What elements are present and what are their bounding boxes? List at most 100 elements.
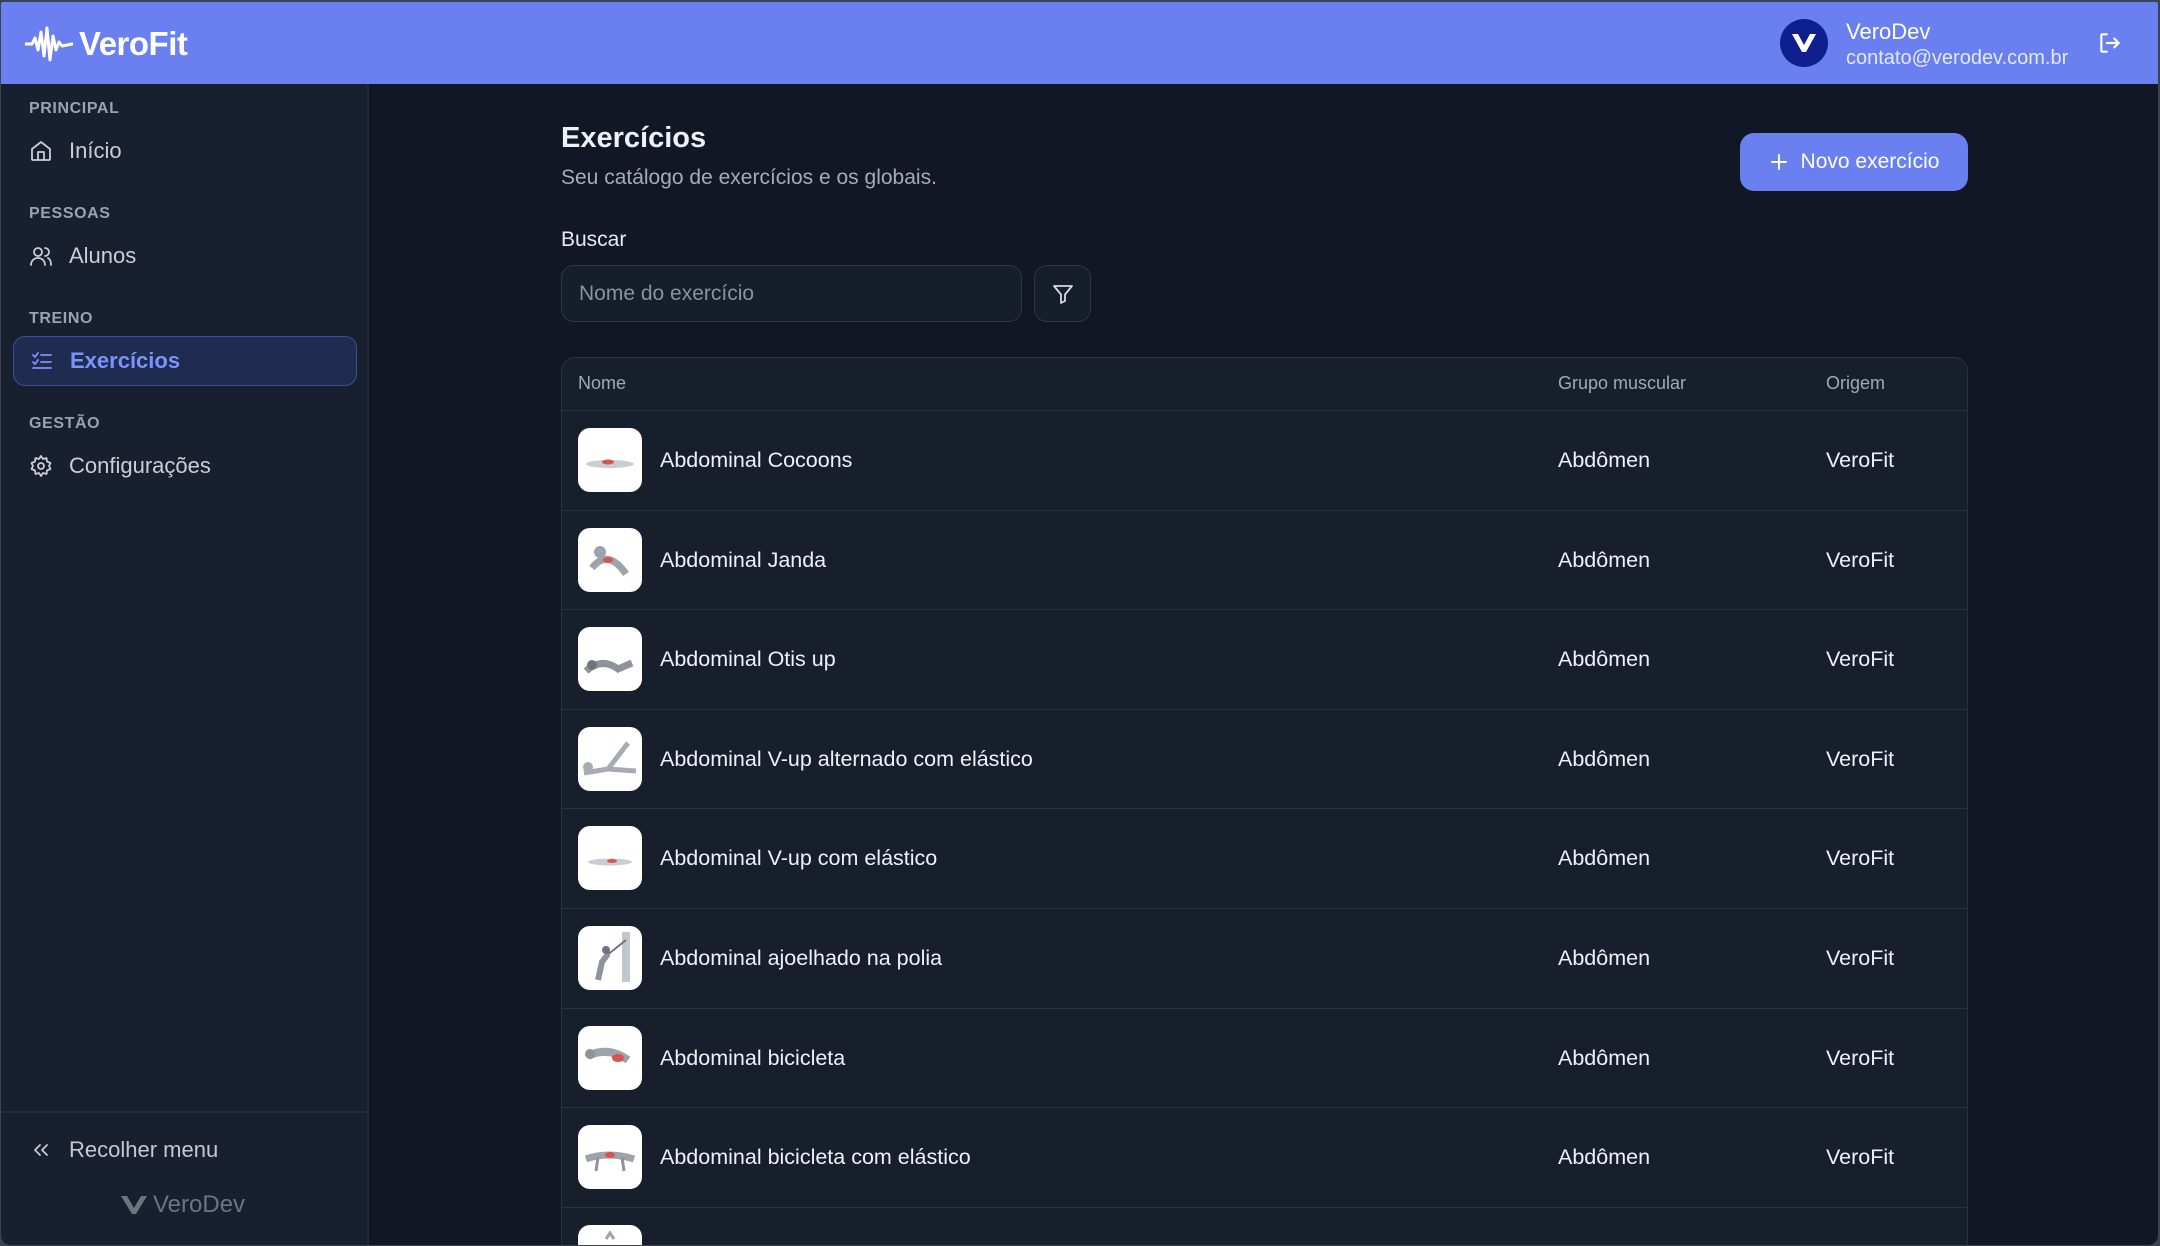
new-exercise-label: Novo exercício: [1800, 150, 1940, 173]
new-exercise-button[interactable]: Novo exercício: [1740, 133, 1968, 191]
exercise-name: Abdominal ajoelhado na polia: [660, 945, 943, 970]
verodev-logo-icon: [1792, 34, 1816, 52]
exercise-thumbnail: [578, 1125, 642, 1190]
exercise-name: Abdominal Cocoons: [660, 448, 853, 472]
muscle-group: Abdômen: [1558, 945, 1651, 970]
footer-brand-name: VeroDev: [153, 1191, 246, 1218]
top-bar: VeroFit VeroDev contato@verodev.com.br: [1, 2, 2158, 84]
sidebar-item-label: Início: [69, 138, 122, 163]
column-header-nome[interactable]: Nome: [578, 373, 626, 394]
collapse-menu-label: Recolher menu: [69, 1137, 219, 1162]
exercise-origin: VeroFit: [1826, 846, 1895, 871]
table-row[interactable]: Abdominal Otis up Abdômen VeroFit: [562, 610, 1967, 710]
sidebar-item-label: Configurações: [69, 453, 211, 478]
table-row[interactable]: Abdominal Janda Abdômen VeroFit: [562, 511, 1967, 611]
chevrons-left-icon: [34, 1144, 48, 1156]
exercise-origin: VeroFit: [1826, 1145, 1895, 1170]
column-header-grupo-muscular[interactable]: Grupo muscular: [1558, 373, 1686, 394]
table-row[interactable]: Abdominal ajoelhado na polia Abdômen Ver…: [562, 909, 1967, 1009]
exercise-thumbnail: [578, 527, 642, 592]
exercise-origin: VeroFit: [1826, 945, 1895, 970]
user-name: VeroDev: [1846, 19, 1931, 44]
muscle-group: Abdômen: [1558, 846, 1651, 871]
exercise-illustration-icon: [588, 858, 632, 866]
page-title: Exercícios: [561, 122, 707, 154]
sidebar-item-inicio[interactable]: Início: [13, 126, 357, 176]
muscle-group: Abdômen: [1558, 1045, 1651, 1070]
exercise-illustration-icon: [595, 931, 630, 982]
table-row[interactable]: Abdominal Cocoons Abdômen VeroFit: [562, 411, 1967, 511]
exercise-illustration-icon: [586, 459, 634, 468]
exercise-origin: VeroFit: [1826, 1045, 1895, 1070]
sidebar-item-alunos[interactable]: Alunos: [13, 231, 357, 281]
sidebar-item-label: Exercícios: [70, 348, 181, 373]
exercise-name: Abdominal V-up com elástico: [660, 846, 938, 871]
section-label-principal: PRINCIPAL: [29, 100, 120, 117]
main-content: Exercícios Seu catálogo de exercícios e …: [371, 84, 2158, 1245]
muscle-group: Abdômen: [1558, 547, 1651, 572]
exercise-illustration-icon: [584, 1151, 636, 1172]
sidebar-item-configuracoes[interactable]: Configurações: [13, 441, 357, 491]
exercise-origin: VeroFit: [1826, 647, 1895, 672]
plus-icon: [1770, 154, 1787, 170]
exercise-name: Abdominal bicicleta: [660, 1045, 846, 1070]
section-label-gestao: GESTÃO: [29, 415, 101, 432]
footer-brand: VeroDev: [119, 1191, 245, 1219]
verodev-logo-icon: [121, 1196, 147, 1214]
exercise-name: Abdominal Otis up: [660, 647, 836, 672]
exercise-illustration-icon: [583, 741, 637, 776]
table-row[interactable]: Abdominal V-up com elástico Abdômen Vero…: [562, 809, 1967, 909]
table-row[interactable]: Abdominal bicicleta Abdômen VeroFit: [562, 1009, 1967, 1109]
home-icon: [31, 141, 51, 161]
sidebar-item-label: Alunos: [69, 243, 137, 268]
brand-logo[interactable]: VeroFit: [25, 22, 188, 66]
exercise-illustration-icon: [583, 659, 634, 674]
exercise-thumbnail: [578, 428, 642, 492]
table-header: Nome Grupo muscular Origem: [562, 358, 1967, 411]
sidebar-item-exercicios[interactable]: Exercícios: [13, 336, 357, 386]
section-label-treino: TREINO: [29, 310, 94, 327]
exercise-thumbnail: [578, 925, 642, 990]
exercises-table: Nome Grupo muscular Origem Abdominal Coc…: [561, 357, 1968, 1245]
exercise-name: Abdominal Janda: [660, 547, 827, 572]
users-icon: [30, 247, 52, 266]
user-email: contato@verodev.com.br: [1846, 47, 2069, 69]
exercise-name: Abdominal bicicleta com elástico: [660, 1145, 971, 1170]
exercise-illustration-icon: [589, 545, 629, 576]
exercise-thumbnail: [578, 1025, 642, 1090]
exercise-illustration-icon: [604, 1230, 616, 1240]
app-window: VeroFit VeroDev contato@verodev.com.br P…: [1, 2, 2158, 1245]
logout-icon[interactable]: [2097, 30, 2123, 56]
brand-name: VeroFit: [79, 25, 188, 62]
table-row[interactable]: [562, 1208, 1967, 1245]
pulse-logo-icon: [25, 26, 73, 62]
exercise-origin: VeroFit: [1826, 746, 1895, 771]
sidebar-footer: Recolher menu VeroDev: [1, 1111, 367, 1245]
muscle-group: Abdômen: [1558, 746, 1651, 771]
section-label-pessoas: PESSOAS: [29, 205, 111, 222]
muscle-group: Abdômen: [1558, 448, 1651, 472]
muscle-group: Abdômen: [1558, 647, 1651, 672]
exercise-thumbnail: [578, 1224, 642, 1245]
filter-icon: [1052, 284, 1073, 304]
sidebar: PRINCIPAL Início PESSOAS Alunos TREINO E…: [1, 84, 369, 1245]
exercise-name: Abdominal V-up alternado com elástico: [660, 746, 1033, 771]
exercise-illustration-icon: [585, 1047, 631, 1063]
exercise-origin: VeroFit: [1826, 448, 1895, 472]
table-row[interactable]: Abdominal V-up alternado com elástico Ab…: [562, 710, 1967, 810]
page-subtitle: Seu catálogo de exercícios e os globais.: [561, 166, 937, 189]
muscle-group: Abdômen: [1558, 1145, 1651, 1170]
search-input[interactable]: [561, 265, 1022, 322]
table-row[interactable]: Abdominal bicicleta com elástico Abdômen…: [562, 1108, 1967, 1208]
filter-button[interactable]: [1034, 265, 1091, 322]
collapse-menu-button[interactable]: Recolher menu: [29, 1137, 218, 1163]
exercise-thumbnail: [578, 826, 642, 891]
gear-icon: [30, 455, 52, 477]
exercise-thumbnail: [578, 627, 642, 692]
exercise-origin: VeroFit: [1826, 547, 1895, 572]
list-check-icon: [32, 352, 52, 369]
exercise-thumbnail: [578, 726, 642, 791]
column-header-origem[interactable]: Origem: [1826, 373, 1885, 394]
user-avatar[interactable]: [1780, 19, 1828, 67]
search-label: Buscar: [561, 228, 627, 251]
